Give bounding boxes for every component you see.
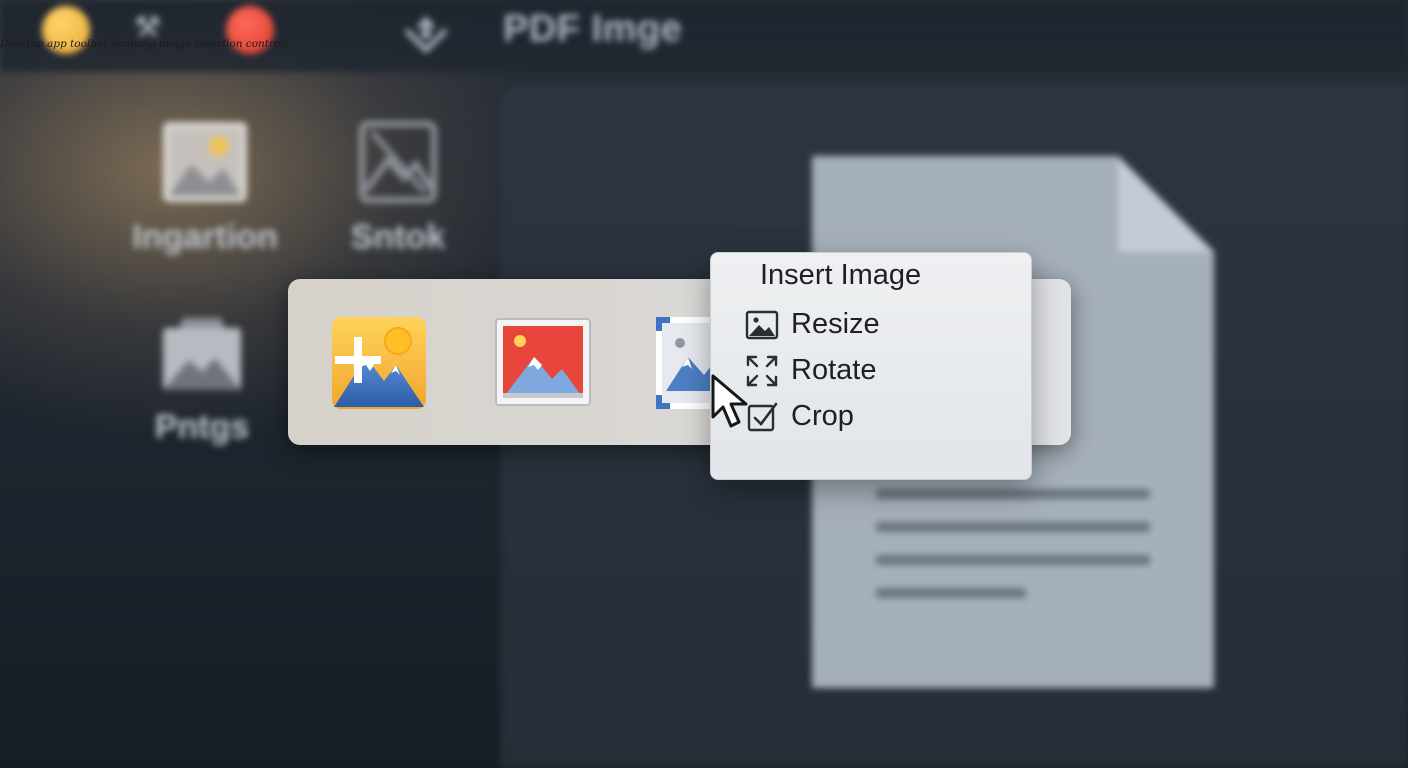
image-photo-icon [163, 122, 247, 202]
image-frame-icon [163, 318, 241, 390]
app-logo-icon [400, 8, 452, 54]
text-line [876, 522, 1150, 532]
menu-item-label: Rotate [791, 354, 877, 386]
menu-item-label: Resize [791, 308, 880, 340]
sidebar-tool-sntok[interactable]: Sntok [340, 120, 456, 257]
sidebar-tool-label: Sntok [350, 218, 446, 256]
mouse-pointer-icon [710, 373, 756, 433]
picture-icon [495, 318, 591, 406]
screenshot-caption: Desktop app toolbar showing image insert… [0, 38, 290, 50]
sidebar-tool-pntgs[interactable]: Pntgs [132, 314, 272, 447]
insert-image-menu: Insert Image Resize Rotate Crop [710, 252, 1032, 480]
add-image-button[interactable] [330, 315, 428, 411]
text-line [876, 555, 1150, 565]
image-resize-icon [745, 308, 779, 342]
image-outline-icon [359, 121, 437, 203]
menu-item-label: Crop [791, 400, 854, 432]
menu-item-crop[interactable]: Crop [745, 395, 1015, 437]
app-title: PDF Imge [503, 8, 683, 50]
sidebar-tool-label: Pntgs [154, 408, 250, 446]
add-image-icon [332, 317, 426, 409]
menu-item-rotate[interactable]: Rotate [745, 349, 1015, 391]
text-line [876, 588, 1026, 598]
menu-item-resize[interactable]: Resize [745, 303, 1015, 345]
sidebar-tool-label: Ingartion [132, 218, 278, 256]
sidebar-tool-ingartion[interactable]: Ingartion [122, 120, 288, 257]
app-window: Desktop app toolbar showing image insert… [0, 0, 1408, 768]
menu-title: Insert Image [760, 259, 922, 291]
image-picture-button[interactable] [494, 315, 592, 411]
title-bar: ⚒ PDF Imge [0, 0, 1408, 72]
text-line [876, 489, 1150, 499]
